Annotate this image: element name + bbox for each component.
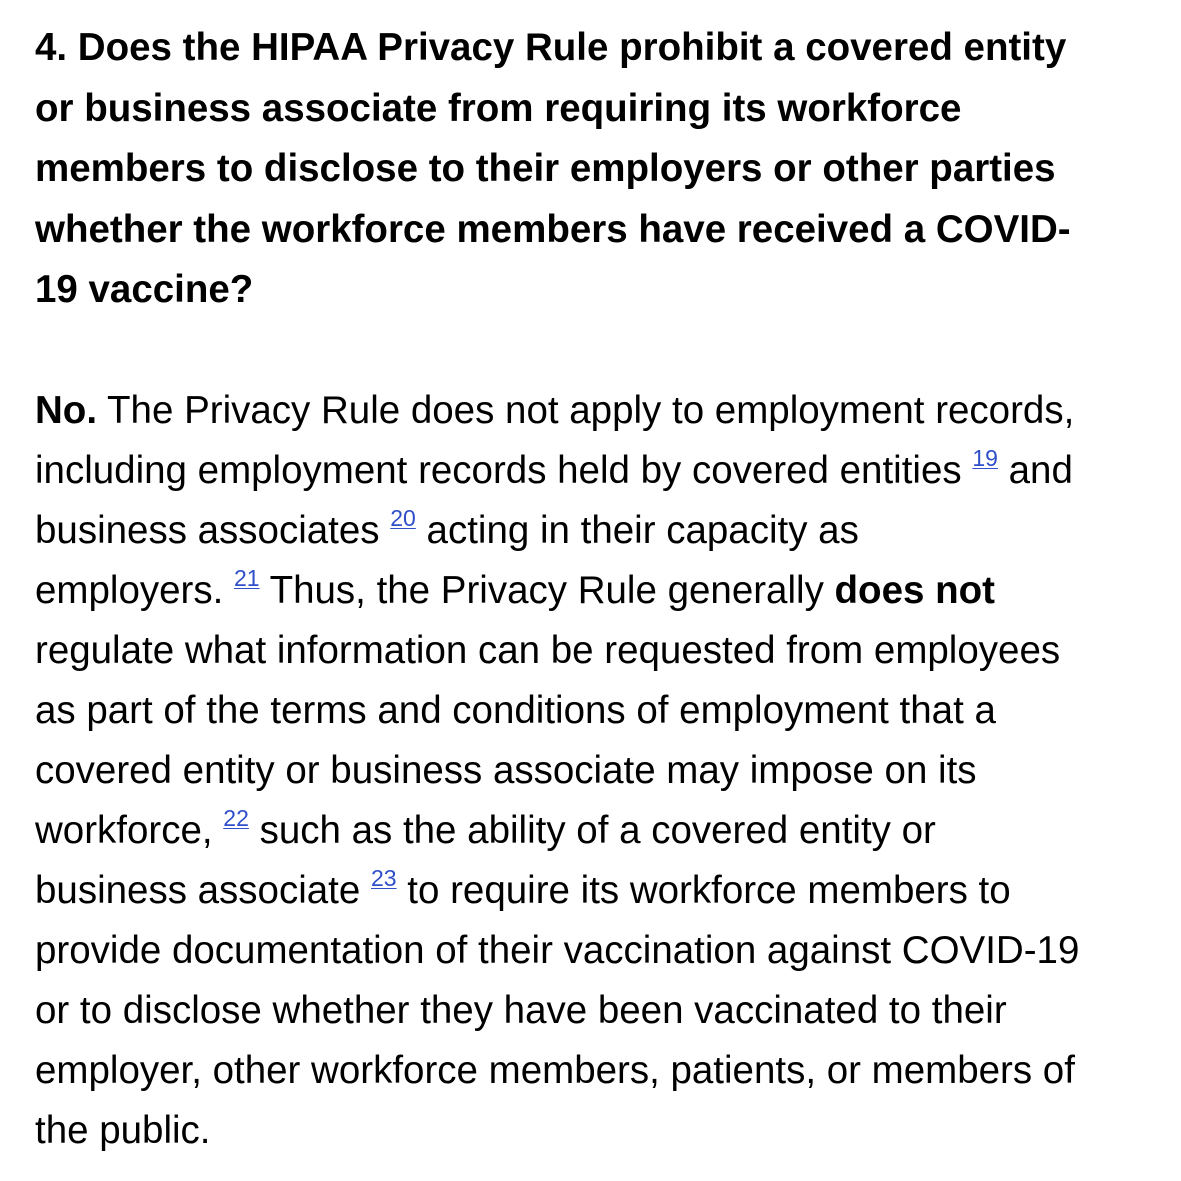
answer-text: business associates: [35, 508, 391, 552]
answer-text: to require its workforce members to: [396, 868, 1011, 912]
question-line-3: members to disclose to their employers o…: [35, 147, 1056, 190]
faq-answer: No. The Privacy Rule does not apply to e…: [35, 381, 1170, 1161]
answer-text: The Privacy Rule does not apply to emplo…: [97, 388, 1075, 432]
footnote-link-21[interactable]: 21: [234, 565, 260, 591]
answer-lead: No.: [35, 388, 98, 432]
question-line-2: or business associate from requiring its…: [35, 86, 962, 130]
footnote-link-20[interactable]: 20: [390, 505, 416, 531]
answer-line-8: workforce, 22 such as the ability of a c…: [35, 801, 1170, 861]
answer-line-12: employer, other workforce members, patie…: [35, 1048, 1075, 1092]
answer-text: employers.: [35, 568, 234, 612]
footnote-link-23[interactable]: 23: [371, 865, 397, 891]
question-line-5: 19 vaccine?: [35, 268, 254, 311]
answer-line-11: or to disclose whether they have been va…: [35, 988, 1007, 1032]
faq-entry: 4. Does the HIPAA Privacy Rule prohibit …: [35, 18, 1170, 1161]
question-line-4: whether the workforce members have recei…: [35, 207, 1071, 251]
answer-line-10: provide documentation of their vaccinati…: [35, 928, 1080, 972]
question-line-1: 4. Does the HIPAA Privacy Rule prohibit …: [35, 26, 1067, 69]
footnote-link-19[interactable]: 19: [972, 445, 998, 471]
answer-line-13: the public.: [35, 1108, 211, 1152]
footnote-link-22[interactable]: 22: [223, 805, 249, 831]
faq-question: 4. Does the HIPAA Privacy Rule prohibit …: [35, 18, 1170, 321]
answer-text: and: [997, 448, 1073, 492]
answer-line-3: business associates 20 acting in their c…: [35, 501, 1170, 561]
answer-line-5: regulate what information can be request…: [35, 628, 1061, 672]
answer-line-1: No. The Privacy Rule does not apply to e…: [35, 381, 1170, 441]
answer-line-6: as part of the terms and conditions of e…: [35, 688, 996, 732]
answer-text: workforce,: [35, 808, 224, 852]
answer-line-7: covered entity or business associate may…: [35, 748, 977, 792]
answer-line-4: employers. 21 Thus, the Privacy Rule gen…: [35, 561, 1170, 621]
answer-text: such as the ability of a covered entity …: [248, 808, 936, 852]
answer-line-9: business associate 23 to require its wor…: [35, 861, 1170, 921]
answer-emphasis: does not: [834, 568, 995, 612]
answer-line-2: including employment records held by cov…: [35, 441, 1170, 501]
answer-text: acting in their capacity as: [415, 508, 859, 552]
answer-text: business associate: [35, 868, 371, 912]
answer-text: Thus, the Privacy Rule generally: [259, 568, 835, 612]
answer-text: including employment records held by cov…: [35, 448, 973, 492]
